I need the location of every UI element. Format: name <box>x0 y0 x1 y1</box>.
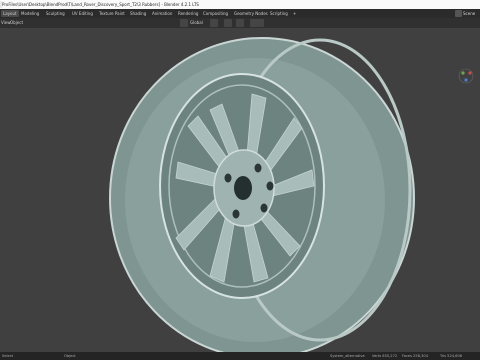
pivot-icon[interactable] <box>210 19 218 27</box>
status-verts: Verts 655,272 <box>372 354 398 358</box>
status-bar: Select Object System_alternative Verts 6… <box>0 352 480 360</box>
scene-icon <box>455 10 462 17</box>
proportional-icon[interactable] <box>236 19 244 27</box>
add-workspace-button[interactable]: + <box>291 10 298 17</box>
window-title: ProFiles\User\Desktop\BlendProd\T\Land_R… <box>2 2 199 7</box>
wheel-render <box>109 37 415 352</box>
transform-orientation[interactable]: Global <box>190 18 203 28</box>
orientation-icon[interactable] <box>180 19 188 27</box>
tab-sculpting[interactable]: Sculpting <box>44 10 67 17</box>
workspace-tabs: Layout Modeling Sculpting UV Editing Tex… <box>0 9 480 18</box>
tab-compositing[interactable]: Compositing <box>201 10 230 17</box>
status-select: Select <box>2 354 14 358</box>
status-collection: System_alternative <box>330 354 365 358</box>
tab-scripting[interactable]: Scripting <box>268 10 290 17</box>
viewport-header: View Object Global <box>0 18 480 28</box>
tab-animation[interactable]: Animation <box>150 10 174 17</box>
tab-shading[interactable]: Shading <box>128 10 148 17</box>
overlay-icon[interactable] <box>250 19 264 27</box>
title-bar: ProFiles\User\Desktop\BlendProd\T\Land_R… <box>0 0 480 9</box>
status-faces: Faces 258,304 <box>402 354 429 358</box>
tab-modeling[interactable]: Modeling <box>19 10 41 17</box>
status-tris: Tris 524,606 <box>440 354 463 358</box>
tab-rendering[interactable]: Rendering <box>176 10 200 17</box>
3d-viewport[interactable] <box>0 28 480 352</box>
tab-layout[interactable]: Layout <box>1 10 19 17</box>
navigation-gizmo-icon[interactable] <box>458 68 474 84</box>
tab-texture-paint[interactable]: Texture Paint <box>97 10 127 17</box>
menu-object[interactable]: Object <box>10 18 23 28</box>
status-object: Object <box>64 354 76 358</box>
tab-geometry-nodes[interactable]: Geometry Nodes <box>232 10 270 17</box>
tab-uv-editing[interactable]: UV Editing <box>70 10 95 17</box>
snap-icon[interactable] <box>224 19 232 27</box>
scene-label[interactable]: Scene <box>463 9 475 18</box>
